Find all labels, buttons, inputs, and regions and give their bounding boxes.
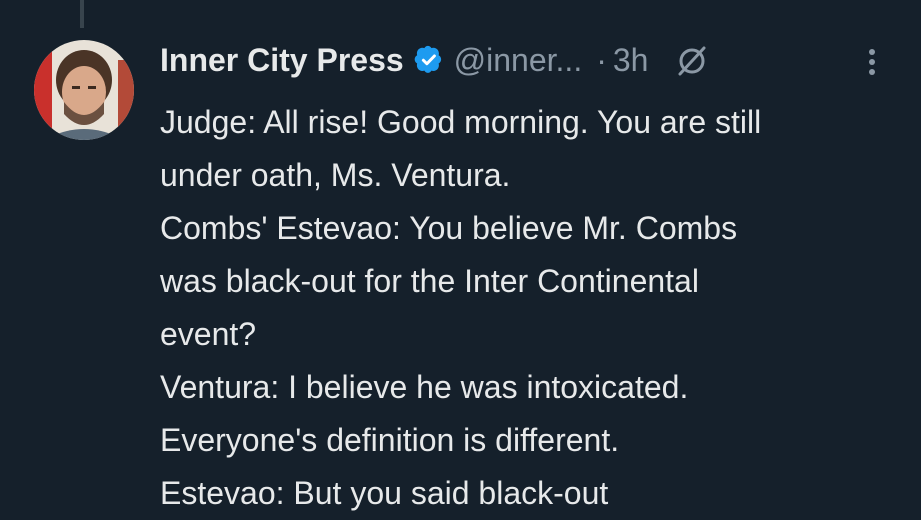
grok-icon[interactable]: [674, 42, 710, 78]
tweet-text-line: under oath, Ms. Ventura.: [160, 157, 511, 193]
tweet-text-line: Judge: All rise! Good morning. You are s…: [160, 104, 762, 140]
header-separator: ·: [596, 41, 607, 78]
tweet-text-line: Combs' Estevao: You believe Mr. Combs: [160, 210, 738, 246]
tweet-text-line: Everyone's definition is different.: [160, 422, 620, 458]
more-options-icon[interactable]: [860, 44, 884, 80]
author-handle[interactable]: @inner...: [454, 42, 583, 79]
verified-badge-icon: [414, 45, 444, 75]
author-name[interactable]: Inner City Press: [160, 42, 404, 79]
tweet-text-line: was black-out for the Inter Continental: [160, 263, 699, 299]
thread-connector-line: [80, 0, 84, 28]
tweet: Inner City Press @inner... · 3h Judge: A…: [160, 30, 900, 520]
tweet-timestamp[interactable]: 3h: [613, 42, 649, 79]
tweet-text-line: Ventura: I believe he was intoxicated.: [160, 369, 689, 405]
tweet-text-line: event?: [160, 316, 257, 352]
tweet-text-line: Estevao: But you said black-out: [160, 475, 609, 511]
tweet-text: Judge: All rise! Good morning. You are s…: [160, 96, 900, 520]
tweet-header: Inner City Press @inner... · 3h: [160, 30, 900, 90]
avatar[interactable]: [34, 40, 134, 140]
